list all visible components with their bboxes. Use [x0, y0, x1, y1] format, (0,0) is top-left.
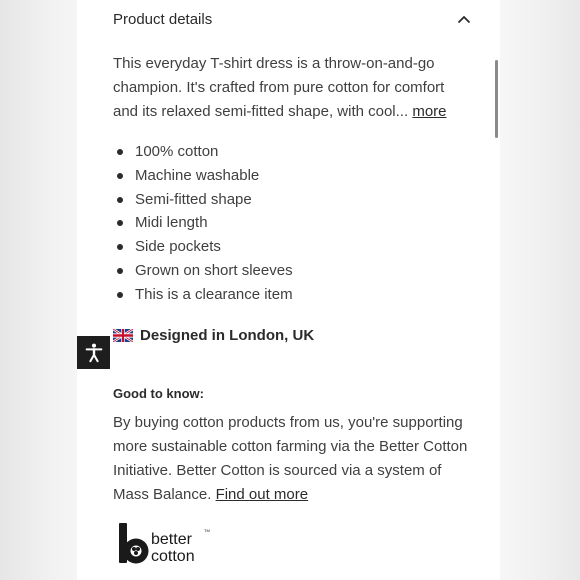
origin-label: Designed in London, UK: [140, 326, 315, 344]
right-background: [500, 0, 580, 580]
logo-word-cotton: cotton: [151, 548, 195, 565]
feature-item: This is a clearance item: [113, 283, 453, 307]
uk-flag-icon: [113, 328, 133, 342]
feature-item: Grown on short sleeves: [113, 259, 453, 283]
feature-list: 100% cotton Machine washable Semi-fitted…: [113, 140, 453, 307]
good-to-know-heading: Good to know:: [113, 386, 204, 401]
description-text: This everyday T-shirt dress is a throw-o…: [113, 55, 445, 120]
scrollbar-thumb[interactable]: [495, 60, 498, 138]
find-out-more-link[interactable]: Find out more: [216, 486, 309, 503]
chevron-up-icon[interactable]: [455, 10, 473, 28]
left-background: [0, 0, 77, 580]
cotton-b-mark-icon: [119, 523, 149, 564]
feature-item: Machine washable: [113, 164, 453, 188]
feature-item: Midi length: [113, 211, 453, 235]
feature-item: Side pockets: [113, 235, 453, 259]
product-details-toggle[interactable]: Product details: [113, 6, 473, 32]
feature-item: 100% cotton: [113, 140, 453, 164]
logo-word-better: better: [151, 531, 193, 548]
better-cotton-logo: better cotton TM: [119, 523, 210, 565]
accessibility-icon: [85, 343, 102, 362]
feature-item: Semi-fitted shape: [113, 188, 453, 212]
more-link[interactable]: more: [412, 103, 446, 120]
product-description: This everyday T-shirt dress is a throw-o…: [113, 52, 463, 124]
section-title: Product details: [113, 10, 213, 28]
good-to-know-text: By buying cotton products from us, you'r…: [113, 411, 473, 507]
product-details-panel: Product details This everyday T-shirt dr…: [77, 0, 500, 580]
logo-trademark: TM: [204, 528, 210, 533]
origin-row: Designed in London, UK: [113, 324, 314, 346]
accessibility-button[interactable]: [77, 336, 110, 369]
